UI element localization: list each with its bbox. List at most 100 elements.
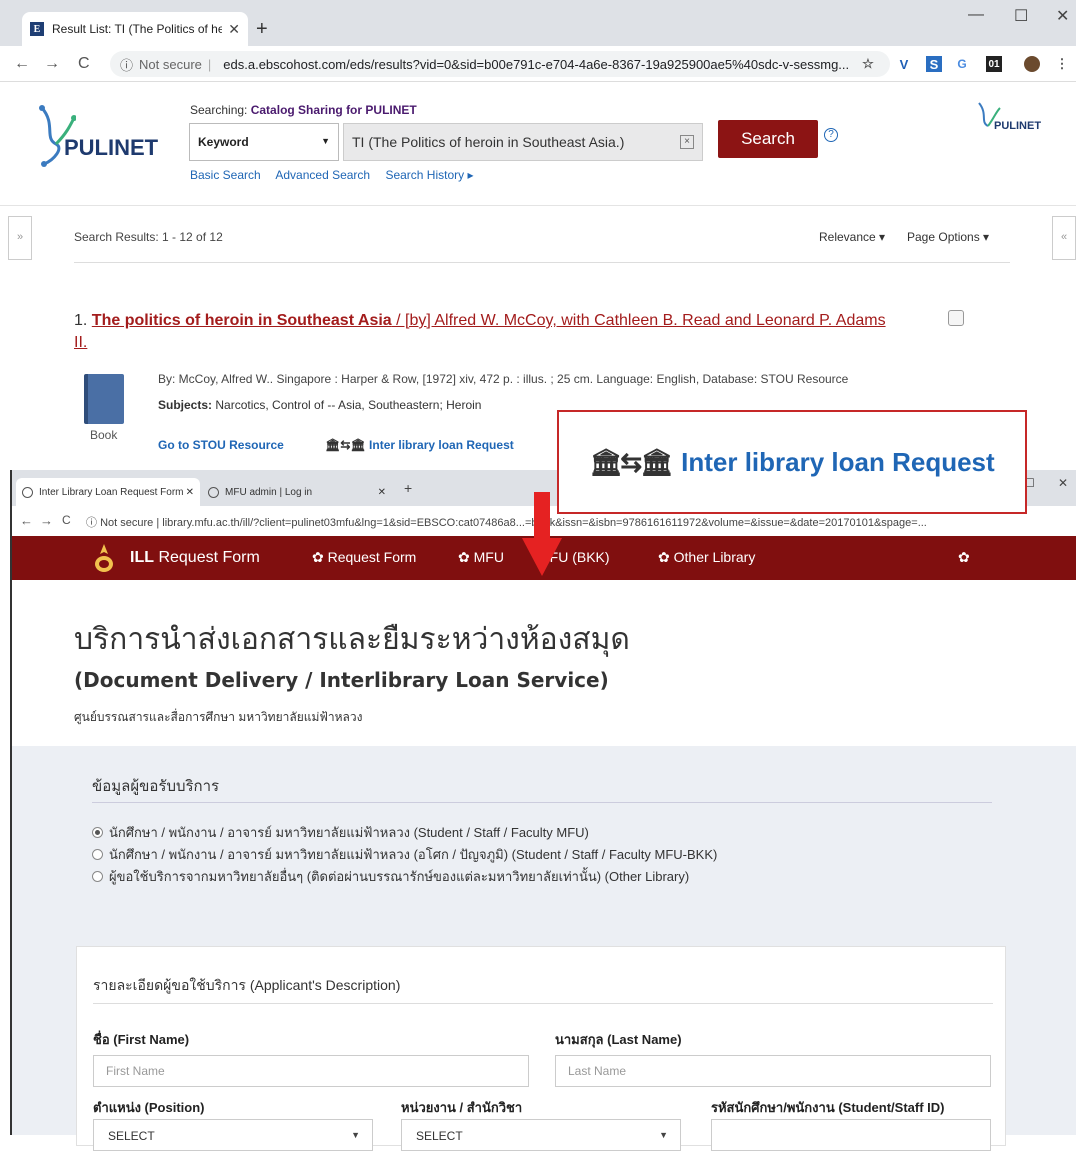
tab-result-list[interactable]: E Result List: TI (The Politics of hero … (22, 12, 248, 46)
preview-icon[interactable] (948, 310, 964, 326)
result-title: 1. The politics of heroin in Southeast A… (74, 310, 894, 354)
result-number: 1. (74, 312, 88, 329)
ill-callout: 🏛⇆🏛 Inter library loan Request (557, 410, 1027, 514)
divider (93, 1003, 993, 1004)
reload-icon[interactable]: C (78, 55, 90, 73)
nav-request-form[interactable]: ✿ Request Form (312, 549, 416, 566)
close-tab-icon[interactable]: ✕ (378, 487, 386, 498)
department-label: หน่วยงาน / สำนักวิชา (401, 1100, 523, 1115)
expand-left-panel-icon[interactable]: » (8, 216, 32, 260)
pulinet-logo-text: PULINET (64, 135, 159, 160)
chevron-down-icon: ▼ (321, 136, 330, 146)
pulinet-small-logo-text: PULINET (994, 120, 1042, 132)
nav-mfu[interactable]: ✿ MFU (458, 549, 504, 566)
sort-dropdown[interactable]: Relevance ▾ (819, 230, 885, 244)
search-button[interactable]: Search (718, 120, 818, 158)
field-select[interactable]: Keyword ▼ (189, 123, 339, 161)
ebsco-header: PULINET Searching: Catalog Sharing for P… (0, 82, 1076, 206)
maximize-icon[interactable]: ☐ (1014, 6, 1028, 26)
radio-icon[interactable] (92, 849, 103, 860)
page-options-dropdown[interactable]: Page Options ▾ (907, 230, 989, 244)
expand-right-panel-icon[interactable]: « (1052, 216, 1076, 260)
search-input[interactable]: TI (The Politics of heroin in Southeast … (343, 123, 703, 161)
ill-request-link[interactable]: 🏛⇆🏛 Inter library loan Request (325, 438, 514, 452)
radio-selected-icon[interactable] (92, 827, 103, 838)
callout-text: Inter library loan Request (681, 446, 995, 477)
new-tab-icon[interactable]: + (404, 480, 412, 496)
applicant-card: รายละเอียดผู้ขอใช้บริการ (Applicant's De… (76, 946, 1006, 1151)
clear-query-icon[interactable]: × (680, 135, 694, 149)
back-icon[interactable]: ← (14, 55, 30, 73)
back-icon[interactable]: ← (20, 513, 33, 528)
forward-icon[interactable]: → (40, 513, 53, 528)
position-select[interactable]: SELECT ▼ (93, 1119, 373, 1151)
applicant-title: รายละเอียดผู้ขอใช้บริการ (Applicant's De… (93, 977, 401, 993)
globe-icon (22, 486, 33, 498)
search-history-link[interactable]: Search History ▸ (385, 168, 473, 182)
settings-gear-icon[interactable]: ✿ (958, 549, 970, 566)
page-title-english: (Document Delivery / Interlibrary Loan S… (74, 668, 609, 692)
item-type-label: Book (90, 428, 118, 442)
help-icon[interactable]: ? (824, 128, 838, 142)
search-links: Basic Search Advanced Search Search Hist… (190, 168, 486, 182)
tab-title: Result List: TI (The Politics of hero (52, 22, 223, 36)
brand-title[interactable]: ILL Request Form (130, 549, 260, 567)
ebsco-browser-window: E Result List: TI (The Politics of hero … (0, 0, 1076, 470)
close-window-icon[interactable]: ✕ (1058, 476, 1068, 490)
url-input[interactable]: ⓘ Not secure | library.mfu.ac.th/ill/?cl… (86, 514, 927, 530)
close-tab-icon[interactable]: ✕ (228, 21, 240, 38)
last-name-label: นามสกุล (Last Name) (555, 1032, 682, 1047)
basic-search-link[interactable]: Basic Search (190, 168, 261, 182)
last-name-field[interactable]: Last Name (555, 1055, 991, 1087)
tab-ill-form[interactable]: Inter Library Loan Request Form ✕ (16, 478, 200, 506)
bookmark-star-icon[interactable]: ☆ (860, 56, 876, 72)
chevron-down-icon: ▼ (659, 1130, 668, 1140)
close-window-icon[interactable]: ✕ (1056, 6, 1069, 26)
menu-kebab-icon[interactable]: ⋮ (1054, 56, 1070, 72)
minimize-icon[interactable]: — (968, 6, 984, 24)
student-id-label: รหัสนักศึกษา/พนักงาน (Student/Staff ID) (711, 1100, 945, 1115)
reload-icon[interactable]: C (62, 513, 71, 527)
department-select[interactable]: SELECT ▼ (401, 1119, 681, 1151)
organization-name: ศูนย์บรรณสารและสื่อการศึกษา มหาวิทยาลัยแ… (74, 710, 363, 724)
ebsco-favicon-icon: E (30, 22, 44, 36)
extension-01-icon[interactable]: 01 (986, 56, 1002, 72)
radio-icon[interactable] (92, 871, 103, 882)
extension-s-icon[interactable]: S (926, 56, 942, 72)
form-area: ข้อมูลผู้ขอรับบริการ นักศึกษา / พนักงาน … (12, 746, 1076, 1151)
gear-icon: ✿ (458, 549, 470, 565)
info-icon[interactable]: ⓘ (120, 55, 133, 74)
result-title-link[interactable]: The politics of heroin in Southeast Asia (92, 312, 392, 329)
library-transfer-icon: 🏛⇆🏛 (325, 438, 366, 452)
section-title: ข้อมูลผู้ขอรับบริการ (92, 778, 220, 795)
result-byline: By: McCoy, Alfred W.. Singapore : Harper… (158, 372, 849, 386)
profile-avatar[interactable] (1024, 56, 1040, 72)
position-label: ตำแหน่ง (Position) (93, 1100, 205, 1115)
url-input[interactable]: ⓘ Not secure | eds.a.ebscohost.com/eds/r… (110, 51, 890, 77)
searching-label: Searching: Catalog Sharing for PULINET (190, 103, 417, 117)
divider (74, 262, 1010, 263)
radio-mfu-bkk[interactable]: นักศึกษา / พนักงาน / อาจารย์ มหาวิทยาลัย… (92, 844, 717, 865)
tab-strip: E Result List: TI (The Politics of hero … (0, 0, 1076, 46)
student-id-field[interactable] (711, 1119, 991, 1151)
tab-mfu-admin[interactable]: MFU admin | Log in ✕ (202, 478, 392, 506)
url-text: eds.a.ebscohost.com/eds/results?vid=0&si… (223, 56, 850, 72)
new-tab-icon[interactable]: + (256, 18, 268, 41)
book-icon (84, 374, 124, 424)
library-transfer-icon: 🏛⇆🏛 (589, 446, 673, 477)
translate-icon[interactable]: G (954, 56, 970, 72)
radio-other-library[interactable]: ผู้ขอใช้บริการจากมหาวิทยาลัยอื่นๆ (ติดต่… (92, 866, 689, 887)
extension-v-icon[interactable]: V (896, 56, 912, 72)
first-name-field[interactable]: First Name (93, 1055, 529, 1087)
radio-mfu[interactable]: นักศึกษา / พนักงาน / อาจารย์ มหาวิทยาลัย… (92, 822, 589, 843)
go-to-resource-link[interactable]: Go to STOU Resource (158, 438, 284, 452)
forward-icon[interactable]: → (44, 55, 60, 73)
first-name-label: ชื่อ (First Name) (93, 1032, 190, 1047)
close-tab-icon[interactable]: ✕ (186, 487, 194, 498)
result-links: Go to STOU Resource 🏛⇆🏛 Inter library lo… (158, 438, 514, 452)
nav-other-library[interactable]: ✿ Other Library (658, 549, 755, 566)
advanced-search-link[interactable]: Advanced Search (275, 168, 370, 182)
mfu-emblem-icon (95, 544, 113, 572)
chevron-down-icon: ▼ (351, 1130, 360, 1140)
gear-icon: ✿ (312, 549, 324, 565)
